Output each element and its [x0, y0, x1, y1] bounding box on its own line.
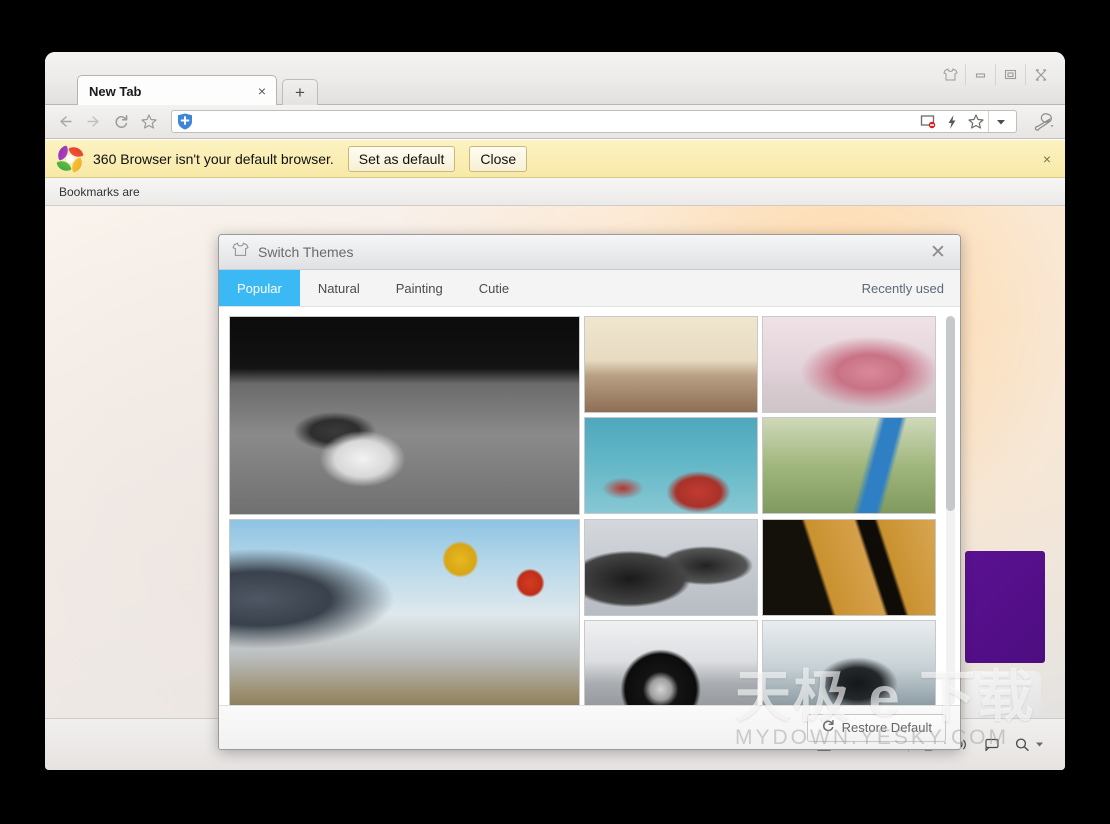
- theme-thumb-pink-pickup-truck[interactable]: [762, 316, 936, 413]
- close-notification-button[interactable]: Close: [469, 146, 527, 172]
- dialog-title: Switch Themes: [258, 244, 353, 260]
- theme-thumb-sports-car-wheel[interactable]: [584, 620, 758, 705]
- zoom-button[interactable]: [1009, 737, 1049, 752]
- theme-grid: [229, 316, 945, 705]
- theme-grid-scrollbar[interactable]: [946, 316, 955, 705]
- theme-thumb-vintage-bicycle[interactable]: [584, 316, 758, 413]
- bookmarks-bar[interactable]: Bookmarks are: [45, 178, 1065, 206]
- shortcut-tile-white[interactable]: [965, 671, 1041, 718]
- navigation-toolbar: [45, 105, 1065, 139]
- theme-column: [584, 316, 758, 515]
- restore-default-label: Restore Default: [842, 720, 932, 735]
- dialog-close-icon[interactable]: ✕: [916, 235, 960, 269]
- theme-shirt-icon[interactable]: [935, 64, 965, 85]
- tab-strip: New Tab × +: [45, 52, 1065, 105]
- theme-grid-container: [219, 307, 960, 705]
- dialog-header: Switch Themes ✕: [219, 235, 960, 270]
- browser-tab-new-tab[interactable]: New Tab ×: [77, 75, 277, 106]
- theme-column: [762, 519, 936, 705]
- window-controls: [935, 64, 1055, 85]
- omnibox-actions: [916, 111, 1016, 132]
- theme-thumb-skateboard-silhouette[interactable]: [762, 519, 936, 616]
- theme-row: [229, 316, 945, 515]
- theme-column: [584, 519, 758, 705]
- scrollbar-thumb[interactable]: [946, 316, 955, 511]
- lightning-icon[interactable]: [940, 111, 964, 132]
- tab-close-icon[interactable]: ×: [258, 84, 266, 98]
- theme-column: [762, 316, 936, 515]
- restore-refresh-icon: [821, 719, 835, 736]
- screen-icon: [982, 737, 1000, 752]
- security-shield-icon: [177, 113, 193, 130]
- favorite-star-icon[interactable]: [964, 111, 988, 132]
- minimize-button[interactable]: [965, 64, 995, 85]
- theme-thumb-girl-and-dog[interactable]: [229, 316, 580, 515]
- address-bar[interactable]: [171, 110, 1017, 133]
- new-tab-button[interactable]: +: [282, 79, 318, 106]
- theme-thumb-hot-air-balloons-mountains[interactable]: [229, 519, 580, 705]
- recently-used-link[interactable]: Recently used: [862, 270, 960, 306]
- tab-popular[interactable]: Popular: [219, 270, 300, 306]
- dismiss-notification-icon[interactable]: ×: [1039, 151, 1055, 167]
- dialog-footer: Restore Default: [219, 705, 960, 749]
- close-button[interactable]: [1025, 64, 1055, 85]
- browser-window: New Tab × +: [45, 52, 1065, 770]
- theme-row: [229, 519, 945, 705]
- reload-icon[interactable]: [107, 108, 135, 136]
- tab-cutie[interactable]: Cutie: [461, 270, 527, 306]
- theme-thumb-newtons-cradle[interactable]: [584, 519, 758, 616]
- bookmarks-bar-text: Bookmarks are: [59, 185, 140, 199]
- 360-pinwheel-logo: [57, 146, 83, 172]
- theme-thumb-motorcycle-bridge[interactable]: [762, 620, 936, 705]
- switch-themes-dialog: Switch Themes ✕ Popular Natural Painting…: [218, 234, 961, 750]
- theme-thumb-red-paper-boats[interactable]: [584, 417, 758, 514]
- tab-label: New Tab: [89, 84, 258, 99]
- screen-button[interactable]: [977, 737, 1005, 752]
- notification-message: 360 Browser isn't your default browser.: [93, 151, 334, 167]
- maximize-button[interactable]: [995, 64, 1025, 85]
- bookmark-star-icon[interactable]: [135, 108, 163, 136]
- back-arrow-icon[interactable]: [51, 108, 79, 136]
- screenshot-icon[interactable]: [916, 111, 940, 132]
- tab-painting[interactable]: Painting: [378, 270, 461, 306]
- wrench-menu-icon[interactable]: [1027, 108, 1061, 136]
- default-browser-notification-bar: 360 Browser isn't your default browser. …: [45, 140, 1065, 178]
- forward-arrow-icon[interactable]: [79, 108, 107, 136]
- restore-default-button[interactable]: Restore Default: [807, 714, 946, 742]
- tab-natural[interactable]: Natural: [300, 270, 378, 306]
- tshirt-icon: [232, 242, 249, 262]
- chevron-down-icon[interactable]: [988, 111, 1012, 132]
- theme-thumb-blue-bicycle-wheel[interactable]: [762, 417, 936, 514]
- zoom-icon: [1014, 737, 1030, 752]
- theme-category-tabs: Popular Natural Painting Cutie Recently …: [219, 270, 960, 307]
- set-as-default-button[interactable]: Set as default: [348, 146, 456, 172]
- shortcut-tile-purple[interactable]: [965, 551, 1045, 663]
- chevron-down-icon: [1035, 741, 1044, 748]
